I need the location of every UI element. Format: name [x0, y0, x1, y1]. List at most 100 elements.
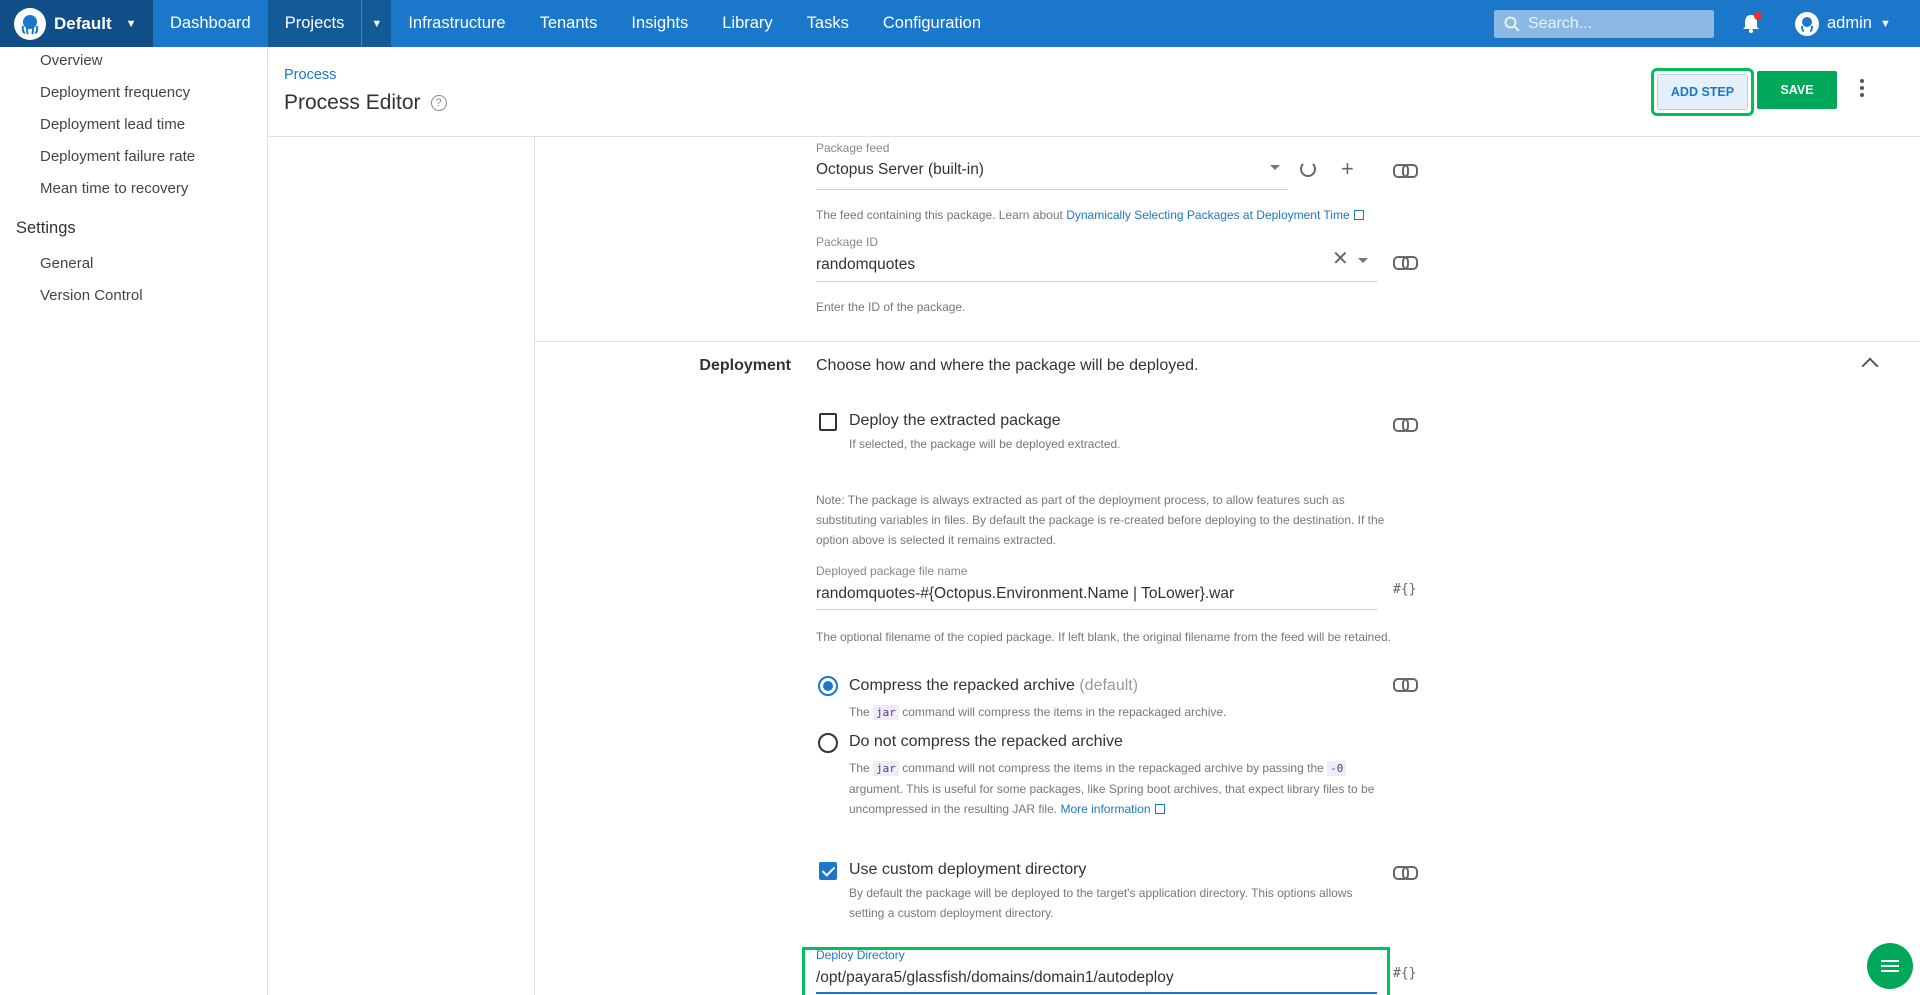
- search-input[interactable]: Search...: [1494, 10, 1714, 38]
- compress-help-post: command will compress the items in the r…: [902, 705, 1227, 719]
- user-avatar-icon: [1795, 11, 1819, 36]
- external-link-icon: [1154, 804, 1165, 814]
- space-name: Default: [54, 13, 112, 33]
- user-name: admin: [1827, 14, 1872, 32]
- package-feed-underline: [816, 189, 1288, 190]
- sidebar-item-mean-time-to-recovery[interactable]: Mean time to recovery: [40, 180, 188, 197]
- sidebar-item-overview[interactable]: Overview: [40, 52, 103, 69]
- package-feed-select[interactable]: Octopus Server (built-in): [816, 161, 984, 179]
- nav-infrastructure[interactable]: Infrastructure: [391, 0, 522, 47]
- extraction-note: Note: The package is always extracted as…: [816, 493, 1385, 547]
- deployment-section-title: Deployment: [699, 357, 791, 374]
- add-step-button[interactable]: ADD STEP: [1657, 74, 1748, 110]
- compress-default: (default): [1079, 677, 1139, 694]
- sidebar: Overview Deployment frequency Deployment…: [0, 47, 268, 995]
- top-nav: Default ▼ Dashboard Projects ▼ Infrastru…: [0, 0, 1920, 47]
- clear-icon[interactable]: ✕: [1332, 249, 1349, 269]
- sidebar-item-general[interactable]: General: [40, 255, 93, 272]
- no-compress-help-mid: command will not compress the items in t…: [902, 761, 1324, 775]
- no-compress-label: Do not compress the repacked archive: [849, 733, 1123, 750]
- compress-help-code: jar: [873, 705, 899, 720]
- filename-input[interactable]: randomquotes-#{Octopus.Environment.Name …: [816, 585, 1234, 603]
- user-menu[interactable]: admin ▼: [1795, 0, 1891, 47]
- sidebar-item-deployment-failure-rate[interactable]: Deployment failure rate: [40, 148, 195, 165]
- nav-dashboard[interactable]: Dashboard: [153, 0, 268, 47]
- nav-tasks[interactable]: Tasks: [790, 0, 866, 47]
- sidebar-item-deployment-lead-time[interactable]: Deployment lead time: [40, 116, 185, 133]
- chevron-down-icon: ▼: [125, 17, 137, 30]
- package-id-label: Package ID: [816, 235, 879, 249]
- help-icon[interactable]: ?: [430, 95, 447, 111]
- notifications-bell-icon[interactable]: [1740, 12, 1762, 34]
- custom-directory-checkbox[interactable]: [819, 862, 837, 880]
- package-id-help: Enter the ID of the package.: [816, 300, 966, 314]
- space-switcher[interactable]: Default ▼: [0, 0, 153, 47]
- deploy-extracted-label: Deploy the extracted package: [849, 412, 1061, 429]
- section-divider: [535, 341, 1920, 342]
- compress-radio[interactable]: [818, 676, 838, 696]
- chevron-down-icon: ▼: [1879, 17, 1891, 30]
- link-icon[interactable]: [1393, 866, 1418, 880]
- overflow-menu-icon[interactable]: [1858, 79, 1866, 101]
- filename-underline: [816, 609, 1377, 610]
- add-feed-icon[interactable]: +: [1341, 158, 1354, 180]
- page-header: Process Process Editor ? ADD STEP SAVE: [268, 47, 1920, 137]
- refresh-icon[interactable]: [1300, 161, 1316, 177]
- deploy-directory-input[interactable]: /opt/payara5/glassfish/domains/domain1/a…: [816, 969, 1174, 987]
- nav-projects[interactable]: Projects: [267, 0, 362, 47]
- more-information-link[interactable]: More information: [1060, 802, 1150, 816]
- search-placeholder: Search...: [1528, 15, 1593, 32]
- compress-label-text: Compress the repacked archive: [849, 677, 1075, 694]
- custom-directory-label: Use custom deployment directory: [849, 861, 1087, 878]
- deployment-section-description: Choose how and where the package will be…: [816, 357, 1199, 374]
- save-button[interactable]: SAVE: [1757, 71, 1837, 109]
- no-compress-help-code2: -0: [1327, 761, 1347, 776]
- filename-label: Deployed package file name: [816, 564, 968, 578]
- package-feed-help-text: The feed containing this package. Learn …: [816, 208, 1067, 222]
- notification-dot: [1754, 12, 1762, 20]
- chevron-down-icon[interactable]: [1358, 258, 1368, 263]
- page-title: Process Editor ?: [284, 91, 447, 115]
- no-compress-help: The jar command will not compress the it…: [849, 758, 1389, 819]
- breadcrumb[interactable]: Process: [284, 67, 336, 83]
- projects-menu-chevron-icon[interactable]: ▼: [361, 0, 392, 47]
- add-step-highlight: ADD STEP: [1651, 68, 1754, 116]
- no-compress-help-pre: The: [849, 761, 870, 775]
- package-id-underline: [816, 281, 1377, 282]
- no-compress-radio[interactable]: [818, 733, 838, 753]
- variable-insert-icon[interactable]: #{}: [1393, 966, 1416, 981]
- sidebar-item-deployment-frequency[interactable]: Deployment frequency: [40, 84, 190, 101]
- link-icon[interactable]: [1393, 678, 1418, 692]
- deploy-extracted-checkbox[interactable]: [819, 413, 837, 431]
- sidebar-heading-settings: Settings: [16, 219, 76, 237]
- deploy-extracted-help: If selected, the package will be deploye…: [849, 437, 1121, 451]
- variable-insert-icon[interactable]: #{}: [1393, 582, 1416, 597]
- nav-library[interactable]: Library: [705, 0, 789, 47]
- link-icon[interactable]: [1393, 418, 1418, 432]
- compress-label: Compress the repacked archive (default): [849, 677, 1138, 695]
- nav-tenants[interactable]: Tenants: [523, 0, 615, 47]
- package-feed-label: Package feed: [816, 141, 890, 155]
- step-list-fab[interactable]: [1867, 943, 1913, 989]
- compress-help: The jar command will compress the items …: [849, 702, 1226, 723]
- octopus-logo-icon: [14, 7, 46, 40]
- custom-directory-help: By default the package will be deployed …: [849, 886, 1353, 920]
- link-icon[interactable]: [1393, 256, 1418, 270]
- deploy-directory-underline: [816, 992, 1377, 994]
- chevron-down-icon[interactable]: [1270, 165, 1280, 170]
- dynamic-packages-link[interactable]: Dynamically Selecting Packages at Deploy…: [1066, 208, 1349, 222]
- package-feed-help: The feed containing this package. Learn …: [816, 205, 1364, 225]
- nav-configuration[interactable]: Configuration: [866, 0, 998, 47]
- link-icon[interactable]: [1393, 164, 1418, 178]
- page-title-text: Process Editor: [284, 91, 421, 114]
- filename-help: The optional filename of the copied pack…: [816, 630, 1392, 644]
- compress-help-pre: The: [849, 705, 870, 719]
- deploy-directory-label: Deploy Directory: [816, 948, 905, 962]
- step-content-pane: [534, 137, 1920, 995]
- list-icon: [1881, 960, 1899, 972]
- no-compress-help-code: jar: [873, 761, 899, 776]
- sidebar-item-version-control[interactable]: Version Control: [40, 287, 143, 304]
- package-id-input[interactable]: randomquotes: [816, 256, 915, 274]
- nav-insights[interactable]: Insights: [614, 0, 705, 47]
- external-link-icon: [1353, 210, 1364, 220]
